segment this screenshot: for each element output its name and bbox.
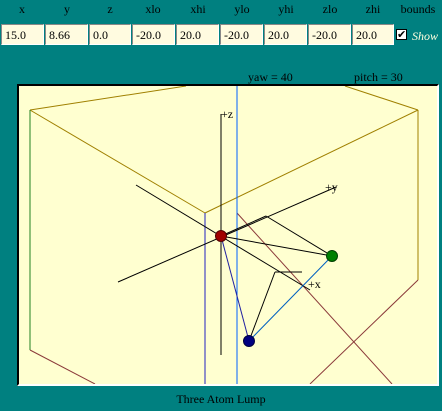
atom-red[interactable] bbox=[215, 230, 227, 242]
bond-green-blue bbox=[248, 255, 333, 342]
z-field[interactable] bbox=[89, 24, 131, 45]
z-axis-label: +z bbox=[221, 107, 233, 121]
box-edge bbox=[236, 212, 393, 384]
bond-frame bbox=[220, 215, 267, 237]
header-xhi: xhi bbox=[190, 2, 206, 16]
atom-green[interactable] bbox=[326, 250, 338, 262]
header-ylo: ylo bbox=[234, 2, 250, 16]
xlo-field[interactable] bbox=[132, 24, 175, 45]
box-edge bbox=[29, 86, 187, 111]
yhi-field[interactable] bbox=[264, 24, 307, 45]
header-zlo: zlo bbox=[322, 2, 338, 16]
xhi-field[interactable] bbox=[176, 24, 219, 45]
pitch-readout: pitch = 30 bbox=[354, 70, 403, 84]
header-zhi: zhi bbox=[365, 2, 381, 16]
atom-blue[interactable] bbox=[243, 335, 255, 347]
x-axis-label: +x bbox=[308, 277, 321, 291]
header-x: x bbox=[19, 2, 25, 16]
view-caption: Three Atom Lump bbox=[176, 392, 266, 406]
x-field[interactable] bbox=[1, 24, 44, 45]
zhi-field[interactable] bbox=[352, 24, 394, 45]
header-bounds: bounds bbox=[400, 2, 436, 16]
molecule-view-panel[interactable]: +z +y +x bbox=[17, 84, 439, 386]
y-axis-label: +y bbox=[325, 180, 338, 194]
zlo-field[interactable] bbox=[308, 24, 351, 45]
box-edge bbox=[29, 109, 206, 214]
header-z: z bbox=[107, 2, 113, 16]
y-axis-line bbox=[117, 186, 337, 283]
bounds-show-checkbox[interactable]: ✔ bbox=[396, 29, 407, 40]
box-edge bbox=[29, 349, 96, 384]
header-xlo: xlo bbox=[145, 2, 161, 16]
molecule-view-canvas[interactable]: +z +y +x bbox=[19, 86, 437, 384]
box-edge bbox=[309, 279, 419, 384]
ylo-field[interactable] bbox=[220, 24, 263, 45]
bounds-show-label[interactable]: Show bbox=[412, 29, 438, 44]
bond-frame bbox=[248, 271, 276, 342]
y-field[interactable] bbox=[45, 24, 88, 45]
header-y: y bbox=[64, 2, 70, 16]
bond-red-blue bbox=[220, 235, 250, 342]
header-yhi: yhi bbox=[278, 2, 294, 16]
box-edge bbox=[344, 86, 419, 111]
yaw-readout: yaw = 40 bbox=[248, 70, 293, 84]
